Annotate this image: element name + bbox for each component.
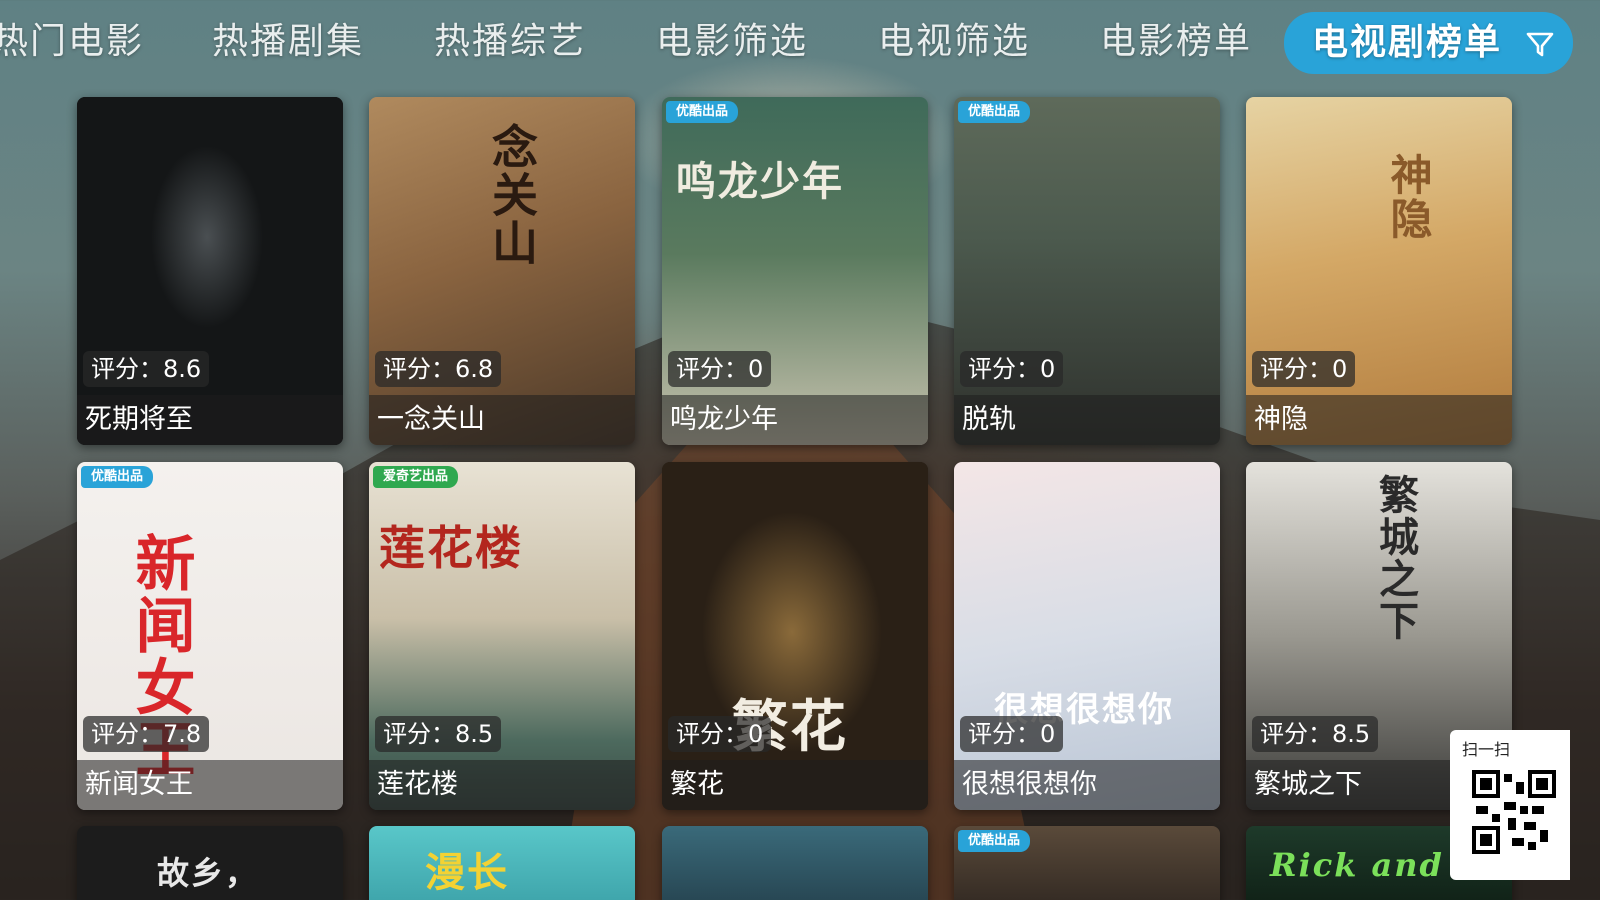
poster-calligraphy: 念关山 [485, 123, 539, 267]
media-card[interactable]: 评分：8.6 死期将至 [77, 97, 343, 445]
card-title: 死期将至 [77, 395, 343, 445]
card-title: 繁花 [662, 760, 928, 810]
rating-badge: 评分：0 [668, 716, 772, 752]
qr-label: 扫一扫 [1462, 740, 1511, 759]
rating-badge: 评分：0 [960, 716, 1064, 752]
producer-badge: 优酷出品 [666, 101, 739, 123]
rating-badge: 评分：8.5 [375, 716, 502, 752]
poster-image [954, 97, 1220, 445]
rating-badge: 评分：0 [960, 351, 1064, 387]
qr-code-icon [1472, 770, 1556, 854]
card-title: 新闻女王 [77, 760, 343, 810]
card-title: 神隐 [1246, 395, 1512, 445]
rating-badge: 评分：7.8 [83, 716, 210, 752]
producer-badge: 优酷出品 [958, 830, 1031, 852]
poster-calligraphy: 漫长 [425, 849, 509, 896]
media-card[interactable]: 念关山 评分：6.8 一念关山 [369, 97, 635, 445]
tab-movie-ranking[interactable]: 电影榜单 [1100, 14, 1252, 70]
tab-tv-filter[interactable]: 电视筛选 [878, 14, 1030, 70]
rating-badge: 评分：0 [1252, 351, 1356, 387]
media-card[interactable]: 爱奇艺出品 莲花楼 评分：8.5 莲花楼 [369, 462, 635, 810]
media-card[interactable]: 故乡， [77, 826, 343, 900]
qr-code-widget[interactable]: 扫一扫 [1450, 730, 1570, 880]
media-card[interactable]: 优酷出品 新闻女王 评分：7.8 新闻女王 [77, 462, 343, 810]
poster-image [954, 462, 1220, 810]
media-card[interactable]: 漫长 [369, 826, 635, 900]
tab-hot-movies[interactable]: 热门电影 [0, 14, 144, 70]
rating-badge: 评分：0 [668, 351, 772, 387]
card-title: 很想很想你 [954, 760, 1220, 810]
poster-image [1246, 97, 1512, 445]
media-card[interactable]: 优酷出品 评分：0 脱轨 [954, 97, 1220, 445]
poster-calligraphy: 神隐 [1384, 153, 1433, 241]
poster-image [77, 97, 343, 445]
tab-hot-series[interactable]: 热播剧集 [212, 14, 364, 70]
producer-badge: 爱奇艺出品 [373, 466, 459, 488]
tab-tv-ranking-label: 电视剧榜单 [1312, 22, 1503, 63]
media-card[interactable]: 繁花 评分：0 繁花 [662, 462, 928, 810]
card-title: 脱轨 [954, 395, 1220, 445]
media-card[interactable]: 优酷出品 鸣龙少年 评分：0 鸣龙少年 [662, 97, 928, 445]
card-title: 莲花楼 [369, 760, 635, 810]
filter-icon[interactable] [1525, 29, 1555, 59]
media-card[interactable]: 很想很想你 评分：0 很想很想你 [954, 462, 1220, 810]
poster-calligraphy: 莲花楼 [379, 521, 523, 575]
media-card[interactable]: 优酷出品 [954, 826, 1220, 900]
poster-calligraphy: 故乡， [157, 854, 260, 892]
card-title: 一念关山 [369, 395, 635, 445]
tab-movie-filter[interactable]: 电影筛选 [656, 14, 808, 70]
poster-grid: 评分：8.6 死期将至 念关山 评分：6.8 一念关山 优酷出品 鸣龙少年 评分… [0, 0, 1600, 900]
rating-badge: 评分：8.6 [83, 351, 210, 387]
producer-badge: 优酷出品 [958, 101, 1031, 123]
tab-tv-ranking[interactable]: 电视剧榜单 [1284, 12, 1573, 74]
card-title: 鸣龙少年 [662, 395, 928, 445]
media-card[interactable]: 神隐 评分：0 神隐 [1246, 97, 1512, 445]
rating-badge: 评分：6.8 [375, 351, 502, 387]
producer-badge: 优酷出品 [81, 466, 154, 488]
poster-calligraphy: 鸣龙少年 [676, 158, 844, 205]
tab-hot-variety[interactable]: 热播综艺 [434, 14, 586, 70]
media-card[interactable] [662, 826, 928, 900]
poster-image [662, 826, 928, 900]
top-navigation: 热门电影 热播剧集 热播综艺 电影筛选 电视筛选 电影榜单 电视剧榜单 [0, 0, 1600, 86]
poster-calligraphy: 繁城之下 [1372, 474, 1419, 642]
rating-badge: 评分：8.5 [1252, 716, 1379, 752]
